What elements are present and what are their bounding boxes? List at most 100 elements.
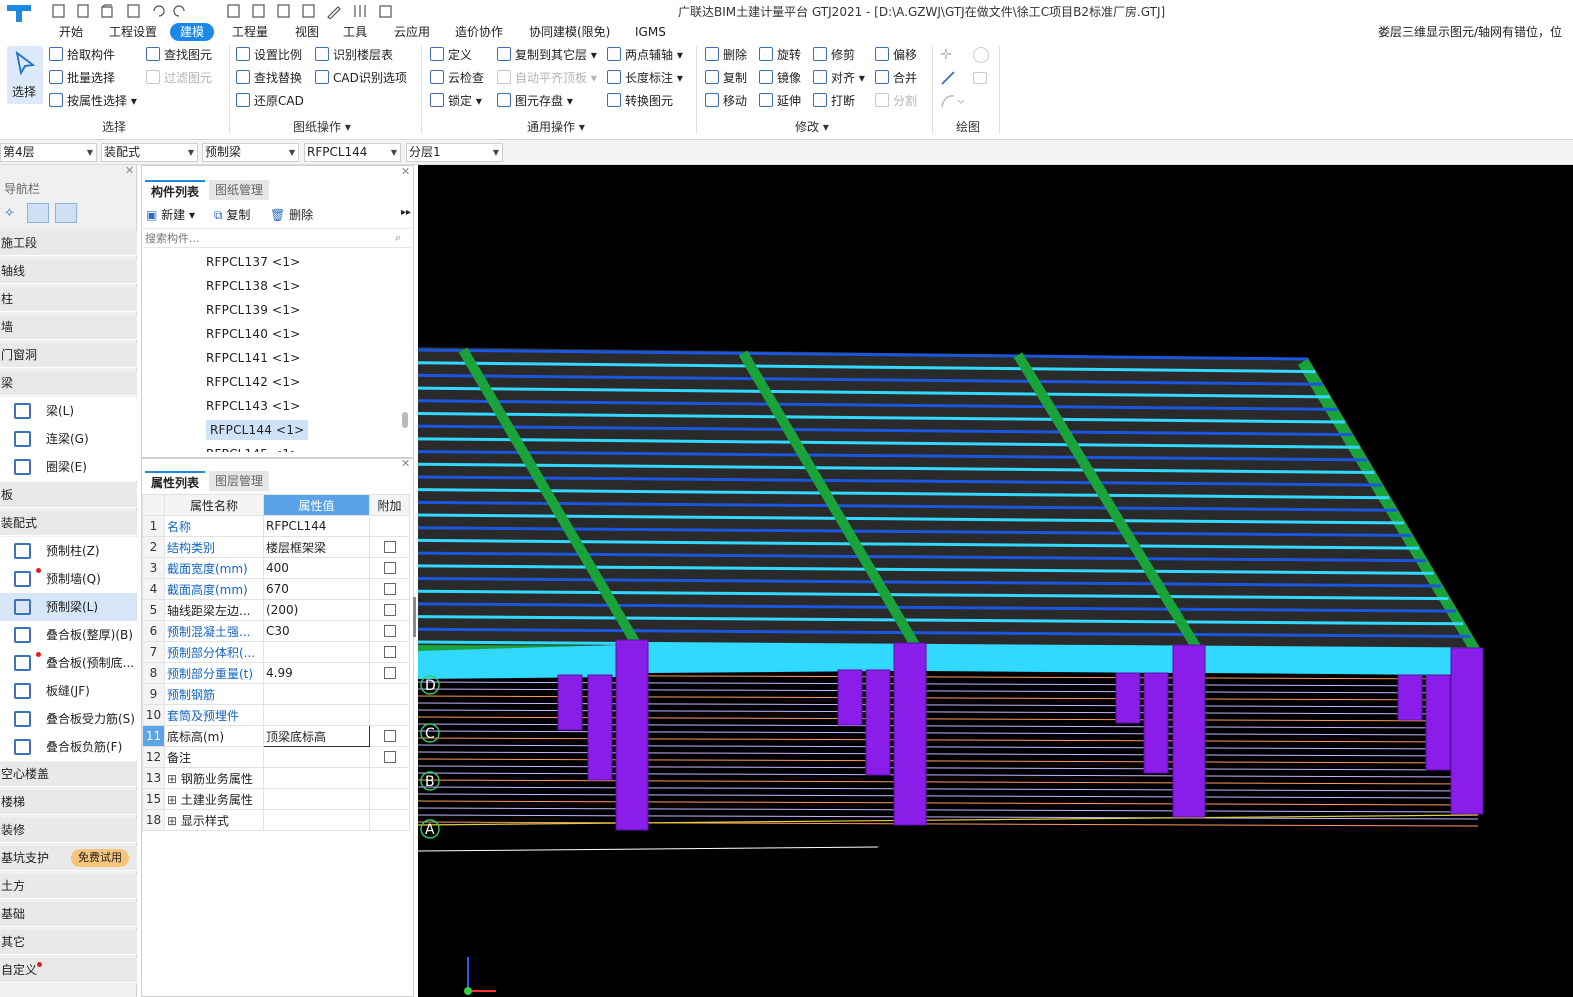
nav-item-composite-slab-bottom[interactable]: 叠合板(预制底...	[0, 649, 137, 677]
tab-drawing-manage[interactable]: 图纸管理	[209, 180, 270, 200]
nav-item-link-beam[interactable]: 连梁(G)	[0, 425, 137, 453]
property-value[interactable]: RFPCL144	[263, 515, 370, 537]
component-list-item[interactable]: RFPCL138 <1>	[143, 274, 404, 298]
property-value[interactable]: 400	[263, 557, 370, 579]
filter-element-button[interactable]: 过滤图元	[146, 68, 212, 88]
menu-start[interactable]: 开始	[59, 23, 83, 41]
select-tool-button[interactable]: 选择	[7, 46, 43, 104]
arc-draw-icon[interactable]	[940, 93, 965, 109]
component-list-item[interactable]: RFPCL141 <1>	[143, 346, 404, 370]
menu-tools[interactable]: 工具	[343, 23, 367, 41]
component-list-item[interactable]: RFPCL142 <1>	[143, 370, 404, 394]
find-element-button[interactable]: 查找图元	[146, 45, 212, 65]
property-row[interactable]: 2 结构类别 楼层框架梁	[142, 536, 410, 558]
component-list-item[interactable]: RFPCL144 <1>	[143, 418, 404, 442]
offset-button[interactable]: 偏移	[875, 45, 917, 65]
property-row[interactable]: 8 预制部分重量(t) 4.99	[142, 662, 410, 684]
extra-checkbox[interactable]	[383, 730, 396, 742]
copy-component-button[interactable]: ⧉ 复制	[214, 206, 250, 223]
cloud-check-button[interactable]: 云检查	[430, 68, 484, 88]
expand-icon[interactable]: ⊞	[167, 772, 181, 786]
extra-checkbox[interactable]	[383, 646, 396, 658]
nav-cat-pit-support[interactable]: 基坑支护 免费试用	[0, 846, 137, 871]
point-draw-icon[interactable]: ✛	[940, 47, 956, 63]
component-list-item[interactable]: RFPCL143 <1>	[143, 394, 404, 418]
property-row[interactable]: 18 ⊞ 显示样式	[142, 809, 410, 831]
type-select[interactable]: 预制梁 ▼	[202, 143, 299, 162]
building-3d-model[interactable]: D C B A	[418, 165, 1573, 997]
rotate-button[interactable]: 旋转	[759, 45, 801, 65]
select-by-attr-button[interactable]: 按属性选择 ▾	[49, 91, 137, 111]
component-search-input[interactable]	[143, 228, 412, 248]
convert-element-button[interactable]: 转换图元	[607, 91, 673, 111]
component-list-item[interactable]: RFPCL137 <1>	[143, 250, 404, 274]
merge-button[interactable]: 合并	[875, 68, 917, 88]
two-point-axis-button[interactable]: 两点辅轴 ▾	[607, 45, 683, 65]
extra-checkbox[interactable]	[383, 583, 396, 595]
component-list-item[interactable]: RFPCL145 <1>	[143, 442, 404, 452]
extra-checkbox[interactable]	[383, 625, 396, 637]
nav-cat-slab[interactable]: 板	[0, 483, 137, 508]
nav-item-slab-neg-rebar[interactable]: 叠合板负筋(F)	[0, 733, 137, 761]
component-list-item[interactable]: RFPCL139 <1>	[143, 298, 404, 322]
search-icon[interactable]: ⌕	[395, 231, 401, 245]
property-value[interactable]: 顶梁底标高	[263, 725, 370, 747]
trim-button[interactable]: 修剪	[813, 45, 855, 65]
restore-cad-button[interactable]: 还原CAD	[236, 91, 304, 111]
component-list-item[interactable]: RFPCL140 <1>	[143, 322, 404, 346]
nav-item-prefab-beam[interactable]: 预制梁(L)	[0, 593, 137, 621]
auto-align-button[interactable]: 自动平齐顶板 ▾	[497, 68, 597, 88]
modify-group-label[interactable]: 修改 ▾	[795, 118, 829, 135]
nav-item-beam[interactable]: 梁(L)	[0, 397, 137, 425]
property-row[interactable]: 6 预制混凝土强... C30	[142, 620, 410, 642]
identify-floor-button[interactable]: 识别楼层表	[315, 45, 393, 65]
nav-cat-opening[interactable]: 门窗洞	[0, 343, 137, 368]
rect-draw-icon[interactable]	[973, 72, 987, 84]
extra-checkbox[interactable]	[383, 751, 396, 763]
extend-button[interactable]: 延伸	[759, 91, 801, 111]
property-row[interactable]: 12 备注	[142, 746, 410, 768]
property-value[interactable]	[263, 788, 370, 810]
extra-checkbox[interactable]	[383, 541, 396, 553]
smart-layout-icon[interactable]	[973, 47, 989, 63]
property-value[interactable]	[263, 704, 370, 726]
property-value[interactable]	[263, 641, 370, 663]
menu-cloud[interactable]: 云应用	[394, 23, 430, 41]
expand-icon[interactable]: ⊞	[167, 793, 181, 807]
nav-item-ring-beam[interactable]: 圈梁(E)	[0, 453, 137, 481]
list-view-icon[interactable]	[27, 203, 49, 223]
new-button[interactable]: ▣ 新建 ▾	[146, 206, 195, 223]
nav-cat-other[interactable]: 其它	[0, 930, 137, 955]
more-icon[interactable]: ▸▸	[401, 207, 411, 218]
extra-checkbox[interactable]	[383, 604, 396, 616]
pick-component-button[interactable]: 拾取构件	[49, 45, 115, 65]
copy-to-floor-button[interactable]: 复制到其它层 ▾	[497, 45, 597, 65]
property-value[interactable]	[263, 683, 370, 705]
tab-property-list[interactable]: 属性列表	[145, 471, 206, 491]
split-button[interactable]: 分割	[875, 91, 917, 111]
extra-checkbox[interactable]	[383, 667, 396, 679]
find-replace-button[interactable]: 查找替换	[236, 68, 302, 88]
nav-cat-decoration[interactable]: 装修	[0, 818, 137, 843]
nav-item-slab-main-rebar[interactable]: 叠合板受力筋(S)	[0, 705, 137, 733]
property-row[interactable]: 11 底标高(m) 顶梁底标高	[142, 725, 410, 747]
nav-item-composite-slab[interactable]: 叠合板(整厚)(B)	[0, 621, 137, 649]
property-value[interactable]	[263, 746, 370, 768]
move-button[interactable]: 移动	[705, 91, 747, 111]
menu-modeling[interactable]: 建模	[170, 23, 215, 41]
drawing-group-label[interactable]: 图纸操作 ▾	[293, 118, 351, 135]
layer-select[interactable]: 分层1 ▼	[406, 143, 503, 162]
property-row[interactable]: 10 套筒及预埋件	[142, 704, 410, 726]
nav-item-prefab-column[interactable]: 预制柱(Z)	[0, 537, 137, 565]
tab-component-list[interactable]: 构件列表	[145, 180, 206, 200]
extra-checkbox[interactable]	[383, 562, 396, 574]
property-row[interactable]: 1 名称 RFPCL144	[142, 515, 410, 537]
nav-item-slab-joint[interactable]: 板缝(JF)	[0, 677, 137, 705]
mirror-button[interactable]: 镜像	[759, 68, 801, 88]
nav-item-prefab-wall[interactable]: 预制墙(Q)	[0, 565, 137, 593]
floor-select[interactable]: 第4层 ▼	[0, 143, 97, 162]
category-select[interactable]: 装配式 ▼	[101, 143, 198, 162]
nav-cat-stairs[interactable]: 楼梯	[0, 790, 137, 815]
property-row[interactable]: 15 ⊞ 土建业务属性	[142, 788, 410, 810]
property-row[interactable]: 13 ⊞ 钢筋业务属性	[142, 767, 410, 789]
